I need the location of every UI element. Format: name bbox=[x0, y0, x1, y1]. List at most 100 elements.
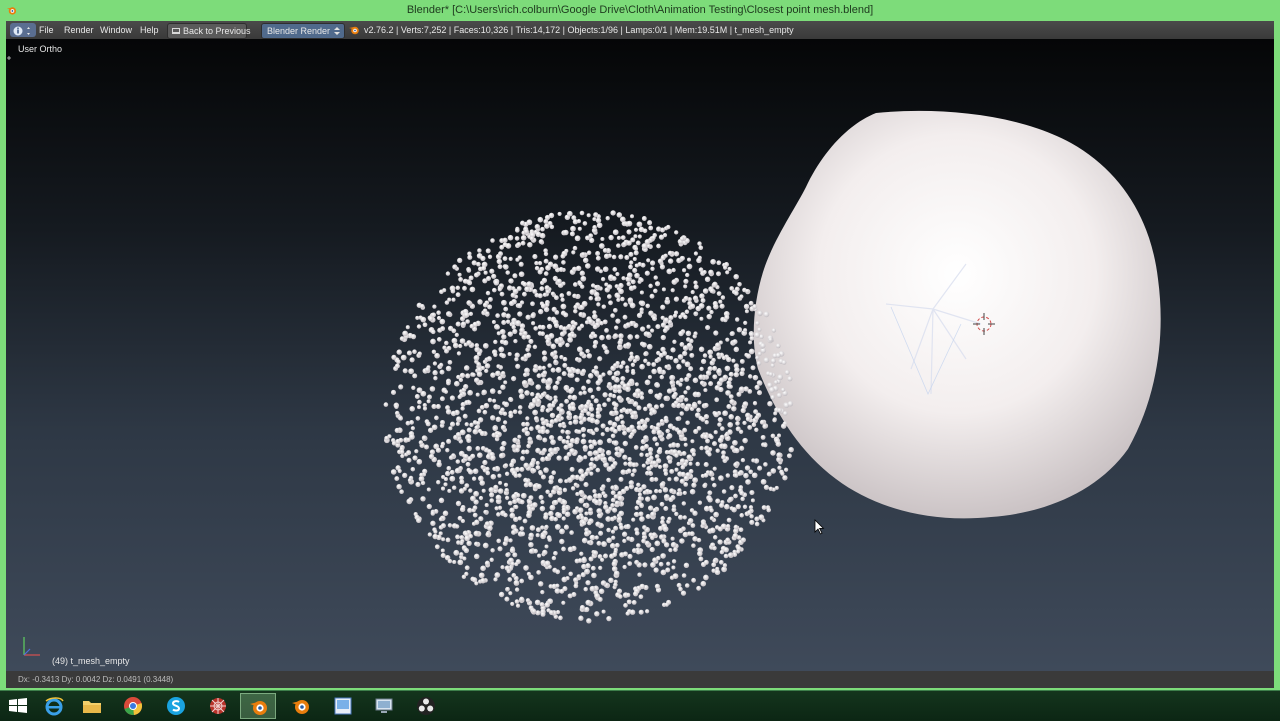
3d-viewport[interactable]: User Ortho (49) t_mesh_empty bbox=[6, 39, 1274, 671]
particle bbox=[493, 577, 498, 582]
particle bbox=[422, 322, 428, 328]
particle bbox=[625, 523, 631, 530]
particle bbox=[716, 368, 722, 375]
taskbar-internet-explorer[interactable] bbox=[36, 693, 72, 719]
particle bbox=[700, 358, 707, 365]
particle bbox=[611, 276, 617, 281]
particle bbox=[663, 317, 669, 323]
particle bbox=[672, 339, 677, 344]
particle bbox=[416, 517, 422, 524]
particle bbox=[652, 316, 657, 322]
taskbar-obs[interactable] bbox=[408, 693, 444, 719]
particle bbox=[574, 357, 580, 362]
particle bbox=[733, 371, 739, 378]
particle bbox=[666, 455, 672, 461]
particle bbox=[452, 264, 458, 270]
particle bbox=[410, 426, 415, 431]
particle bbox=[451, 328, 457, 334]
menu-help[interactable]: Help bbox=[140, 21, 159, 39]
particle bbox=[512, 498, 518, 504]
particle bbox=[493, 484, 499, 490]
particle bbox=[724, 314, 730, 320]
particle bbox=[703, 472, 709, 478]
particle bbox=[652, 436, 658, 442]
editor-type-selector[interactable] bbox=[10, 23, 36, 37]
particle bbox=[666, 561, 671, 566]
particle bbox=[611, 535, 616, 540]
menu-file[interactable]: File bbox=[39, 21, 54, 39]
particle bbox=[754, 415, 760, 421]
particle bbox=[696, 257, 702, 264]
particle bbox=[445, 365, 452, 372]
particle bbox=[625, 342, 632, 348]
particle bbox=[709, 288, 715, 294]
particle bbox=[634, 511, 640, 517]
menu-render[interactable]: Render bbox=[64, 21, 94, 39]
taskbar-file-explorer[interactable] bbox=[74, 693, 110, 719]
particle bbox=[703, 434, 709, 440]
back-to-previous-button[interactable]: Back to Previous bbox=[167, 23, 251, 39]
particle bbox=[591, 431, 596, 436]
taskbar-blender-active[interactable] bbox=[240, 693, 276, 719]
particle bbox=[543, 219, 549, 224]
particle bbox=[687, 517, 694, 524]
particle bbox=[601, 484, 606, 489]
taskbar-skype[interactable] bbox=[158, 693, 194, 719]
start-button[interactable] bbox=[0, 693, 36, 719]
particle bbox=[652, 507, 658, 513]
particle bbox=[587, 387, 594, 393]
active-object-label: (49) t_mesh_empty bbox=[52, 656, 130, 666]
particle bbox=[402, 368, 408, 374]
particle-point-cloud[interactable] bbox=[383, 210, 794, 624]
particle bbox=[712, 482, 717, 488]
particle bbox=[490, 415, 496, 421]
particle bbox=[669, 468, 675, 474]
particle bbox=[588, 295, 594, 301]
particle bbox=[546, 323, 553, 330]
particle bbox=[759, 419, 765, 425]
particle bbox=[452, 342, 459, 349]
particle bbox=[468, 533, 473, 539]
particle bbox=[578, 312, 584, 317]
particle bbox=[637, 234, 642, 239]
particle bbox=[582, 257, 589, 264]
particle bbox=[763, 311, 770, 318]
particle bbox=[680, 590, 687, 596]
particle bbox=[645, 417, 650, 423]
taskbar-image-viewer[interactable] bbox=[325, 693, 361, 719]
particle bbox=[638, 594, 644, 600]
taskbar-network-app[interactable] bbox=[200, 693, 236, 719]
particle bbox=[394, 427, 400, 433]
particle bbox=[755, 321, 760, 326]
taskbar-chrome[interactable] bbox=[115, 693, 151, 719]
particle bbox=[613, 525, 619, 531]
particle bbox=[515, 603, 521, 608]
particle bbox=[770, 450, 776, 456]
particle bbox=[614, 446, 620, 452]
particle bbox=[599, 334, 605, 341]
particle bbox=[497, 389, 502, 395]
taskbar-remote-desktop[interactable] bbox=[366, 693, 402, 719]
particle bbox=[600, 423, 606, 429]
particle bbox=[540, 324, 546, 330]
particle bbox=[660, 334, 666, 341]
particle bbox=[503, 380, 508, 385]
particle bbox=[520, 240, 526, 246]
particle bbox=[496, 538, 502, 544]
particle bbox=[563, 229, 569, 236]
particle bbox=[742, 401, 749, 407]
particle bbox=[446, 466, 452, 471]
particle bbox=[615, 293, 621, 299]
taskbar-blender[interactable] bbox=[283, 693, 319, 719]
particle bbox=[648, 388, 654, 395]
particle bbox=[468, 311, 474, 317]
cloth-sphere-mesh[interactable] bbox=[753, 110, 1161, 519]
particle bbox=[440, 326, 446, 332]
menu-window[interactable]: Window bbox=[100, 21, 132, 39]
particle bbox=[465, 461, 471, 467]
title-bar[interactable]: Blender* [C:\Users\rich.colburn\Google D… bbox=[0, 0, 1280, 21]
render-engine-select[interactable]: Blender Render bbox=[261, 23, 345, 39]
particle bbox=[753, 409, 759, 415]
particle bbox=[660, 519, 665, 525]
particle bbox=[653, 275, 658, 280]
